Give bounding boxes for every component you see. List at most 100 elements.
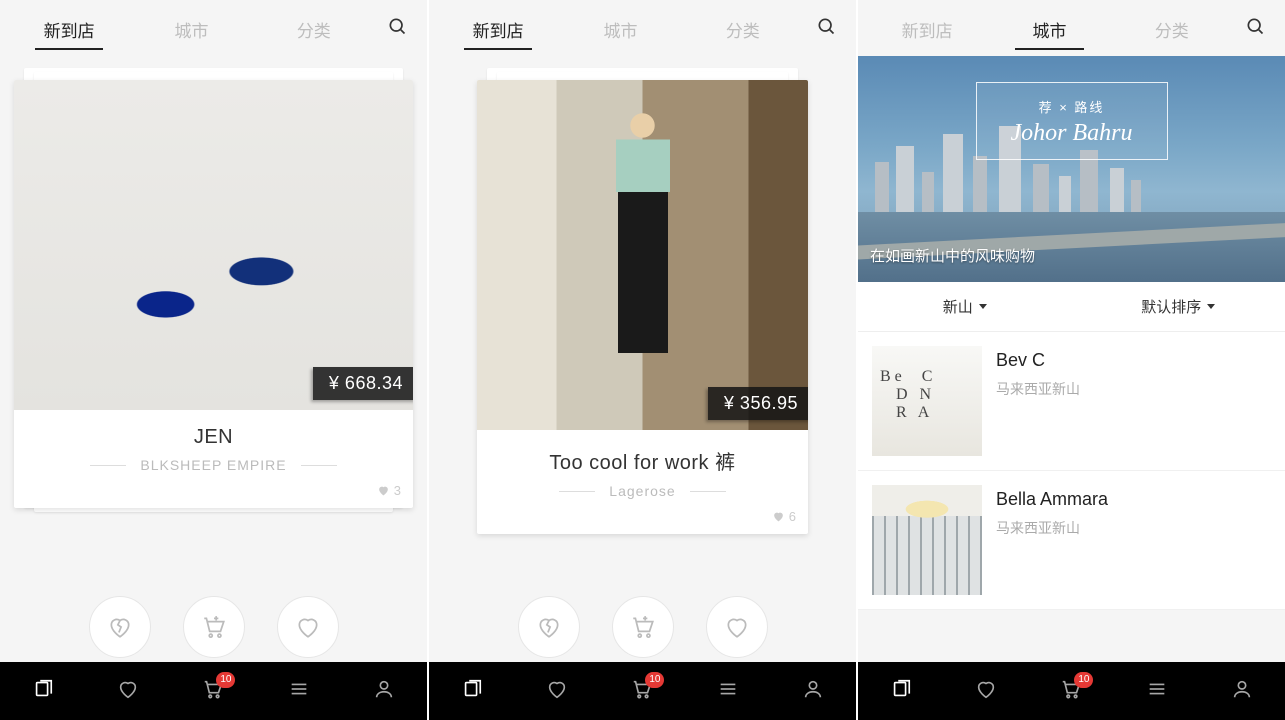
like-button[interactable] xyxy=(706,596,768,658)
nav-menu[interactable] xyxy=(1135,678,1179,705)
heart-icon xyxy=(724,614,750,640)
nav-favorites[interactable] xyxy=(964,678,1008,705)
nav-home[interactable] xyxy=(450,678,494,705)
bottom-nav: 10 xyxy=(0,662,427,720)
card-stack: ¥ 668.34 JEN BLKSHEEP EMPIRE 3 xyxy=(14,66,413,606)
store-location: 马来西亚新山 xyxy=(996,379,1080,399)
tab-new[interactable]: 新到店 xyxy=(8,3,130,54)
top-tabs: 新到店 城市 分类 xyxy=(429,0,856,56)
product-card[interactable]: ¥ 356.95 Too cool for work 裤 Lagerose 6 xyxy=(477,80,808,534)
like-button[interactable] xyxy=(277,596,339,658)
top-tabs: 新到店 城市 分类 xyxy=(0,0,427,56)
cart-badge: 10 xyxy=(1074,672,1093,688)
nav-profile[interactable] xyxy=(362,678,406,705)
search-button[interactable] xyxy=(804,16,848,41)
nav-home[interactable] xyxy=(879,678,923,705)
stack-icon xyxy=(32,678,54,700)
filter-bar: 新山 默认排序 xyxy=(858,282,1285,332)
tab-category[interactable]: 分类 xyxy=(1111,3,1233,54)
filter-location-label: 新山 xyxy=(943,296,973,317)
swipe-actions xyxy=(0,596,427,658)
add-to-cart-button[interactable] xyxy=(183,596,245,658)
store-image xyxy=(872,346,982,456)
nav-favorites[interactable] xyxy=(106,678,150,705)
hero-caption: 在如画新山中的风味购物 xyxy=(870,245,1035,266)
filter-location[interactable]: 新山 xyxy=(858,282,1072,331)
filter-sort-label: 默认排序 xyxy=(1141,296,1201,317)
nav-cart[interactable]: 10 xyxy=(620,678,664,705)
store-list: Bev C 马来西亚新山 Bella Ammara 马来西亚新山 xyxy=(858,332,1285,610)
store-image xyxy=(872,485,982,595)
nav-profile[interactable] xyxy=(1220,678,1264,705)
tab-category[interactable]: 分类 xyxy=(682,3,804,54)
nav-home[interactable] xyxy=(21,678,65,705)
screen-city: 新到店 城市 分类 xyxy=(858,0,1285,720)
tab-city[interactable]: 城市 xyxy=(130,3,252,54)
product-image: ¥ 356.95 xyxy=(477,80,808,430)
user-icon xyxy=(1231,678,1253,700)
product-brand: Lagerose xyxy=(595,483,689,499)
caret-down-icon xyxy=(979,304,987,309)
main-content: ¥ 668.34 JEN BLKSHEEP EMPIRE 3 xyxy=(0,56,427,662)
store-name: Bella Ammara xyxy=(996,489,1108,510)
city-hero[interactable]: 荐 × 路线 Johor Bahru 在如画新山中的风味购物 xyxy=(858,56,1285,282)
menu-icon xyxy=(1146,678,1168,700)
nav-menu[interactable] xyxy=(277,678,321,705)
swipe-actions xyxy=(429,596,856,658)
heart-icon xyxy=(117,678,139,700)
menu-icon xyxy=(717,678,739,700)
screen-new-arrivals-2: 新到店 城市 分类 ¥ 356.95 Too cool for work 裤 L… xyxy=(429,0,858,720)
hero-prefix: 荐 × 路线 xyxy=(1011,97,1133,116)
store-item[interactable]: Bev C 马来西亚新山 xyxy=(858,332,1285,471)
cart-plus-icon xyxy=(630,614,656,640)
card-stack: ¥ 356.95 Too cool for work 裤 Lagerose 6 xyxy=(443,66,842,606)
nav-menu[interactable] xyxy=(706,678,750,705)
nav-profile[interactable] xyxy=(791,678,835,705)
tab-new[interactable]: 新到店 xyxy=(866,3,988,54)
cart-badge: 10 xyxy=(216,672,235,688)
product-card[interactable]: ¥ 668.34 JEN BLKSHEEP EMPIRE 3 xyxy=(14,80,413,508)
hero-title: Johor Bahru xyxy=(1011,120,1133,147)
stack-icon xyxy=(461,678,483,700)
dislike-button[interactable] xyxy=(518,596,580,658)
user-icon xyxy=(802,678,824,700)
tab-new[interactable]: 新到店 xyxy=(437,3,559,54)
tab-city[interactable]: 城市 xyxy=(988,3,1110,54)
likes-count: 3 xyxy=(26,483,401,498)
heart-icon xyxy=(975,678,997,700)
menu-icon xyxy=(288,678,310,700)
main-content: ¥ 356.95 Too cool for work 裤 Lagerose 6 xyxy=(429,56,856,662)
nav-cart[interactable]: 10 xyxy=(191,678,235,705)
store-item[interactable]: Bella Ammara 马来西亚新山 xyxy=(858,471,1285,610)
product-brand: BLKSHEEP EMPIRE xyxy=(126,457,300,473)
heart-icon xyxy=(546,678,568,700)
filter-sort[interactable]: 默认排序 xyxy=(1072,282,1285,331)
screen-new-arrivals-1: 新到店 城市 分类 ¥ 668.34 JEN BLKSHEEP EMPIRE xyxy=(0,0,429,720)
nav-favorites[interactable] xyxy=(535,678,579,705)
tab-city[interactable]: 城市 xyxy=(559,3,681,54)
likes-count: 6 xyxy=(489,509,796,524)
price-tag: ¥ 668.34 xyxy=(313,367,413,400)
main-content: 荐 × 路线 Johor Bahru 在如画新山中的风味购物 新山 默认排序 xyxy=(858,56,1285,662)
store-name: Bev C xyxy=(996,350,1080,371)
tab-category[interactable]: 分类 xyxy=(253,3,375,54)
heart-icon xyxy=(295,614,321,640)
broken-heart-icon xyxy=(107,614,133,640)
stack-icon xyxy=(890,678,912,700)
heart-icon xyxy=(772,510,785,523)
add-to-cart-button[interactable] xyxy=(612,596,674,658)
price-tag: ¥ 356.95 xyxy=(708,387,808,420)
hero-title-frame: 荐 × 路线 Johor Bahru xyxy=(976,82,1168,160)
product-title: JEN xyxy=(26,426,401,449)
search-button[interactable] xyxy=(375,16,419,41)
product-title: Too cool for work 裤 xyxy=(489,446,796,475)
bottom-nav: 10 xyxy=(429,662,856,720)
search-button[interactable] xyxy=(1233,16,1277,41)
dislike-button[interactable] xyxy=(89,596,151,658)
search-icon xyxy=(387,16,407,36)
nav-cart[interactable]: 10 xyxy=(1049,678,1093,705)
user-icon xyxy=(373,678,395,700)
broken-heart-icon xyxy=(536,614,562,640)
caret-down-icon xyxy=(1207,304,1215,309)
cart-badge: 10 xyxy=(645,672,664,688)
